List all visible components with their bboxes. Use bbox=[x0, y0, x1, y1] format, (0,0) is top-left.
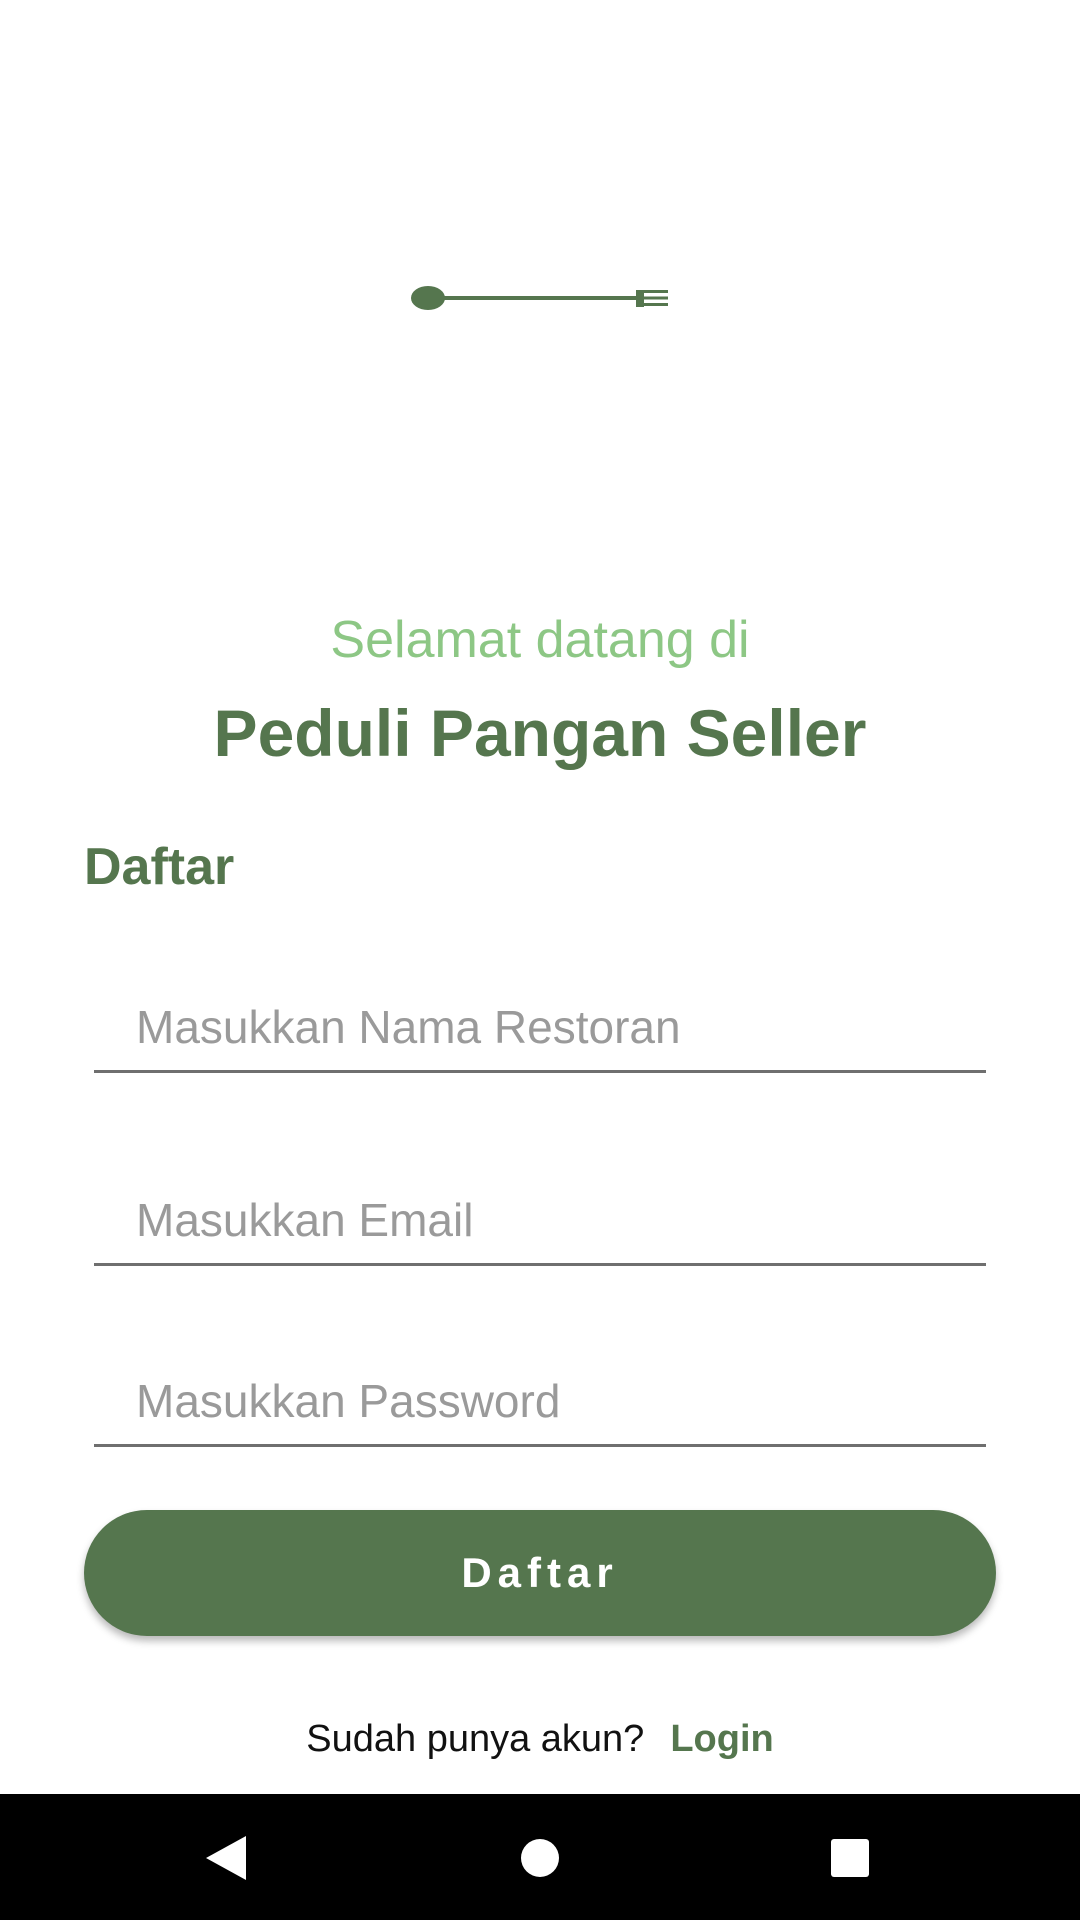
login-prompt-row: Sudah punya akun? Login bbox=[0, 1718, 1080, 1761]
home-circle-icon bbox=[521, 1839, 559, 1877]
register-section-title: Daftar bbox=[84, 838, 235, 896]
password-field[interactable] bbox=[94, 1364, 986, 1447]
system-navigation-bar bbox=[0, 1794, 1080, 1920]
password-input[interactable] bbox=[136, 1374, 956, 1428]
nav-back-button[interactable] bbox=[186, 1818, 266, 1898]
nav-home-button[interactable] bbox=[500, 1818, 580, 1898]
nav-recents-button[interactable] bbox=[810, 1818, 890, 1898]
welcome-text: Selamat datang di bbox=[330, 611, 750, 669]
back-triangle-icon bbox=[206, 1836, 246, 1880]
email-input[interactable] bbox=[136, 1193, 956, 1247]
register-screen: Selamat datang di Peduli Pangan Seller D… bbox=[0, 0, 1080, 1920]
login-link[interactable]: Login bbox=[670, 1718, 773, 1760]
app-title: Peduli Pangan Seller bbox=[213, 696, 867, 770]
email-field[interactable] bbox=[94, 1183, 986, 1266]
login-prompt-text: Sudah punya akun? bbox=[306, 1718, 645, 1760]
restaurant-name-input[interactable] bbox=[136, 1000, 956, 1054]
restaurant-name-field[interactable] bbox=[94, 990, 986, 1073]
register-button[interactable]: Daftar bbox=[84, 1510, 996, 1636]
recents-square-icon bbox=[831, 1839, 869, 1877]
spoon-fork-icon bbox=[411, 286, 668, 310]
